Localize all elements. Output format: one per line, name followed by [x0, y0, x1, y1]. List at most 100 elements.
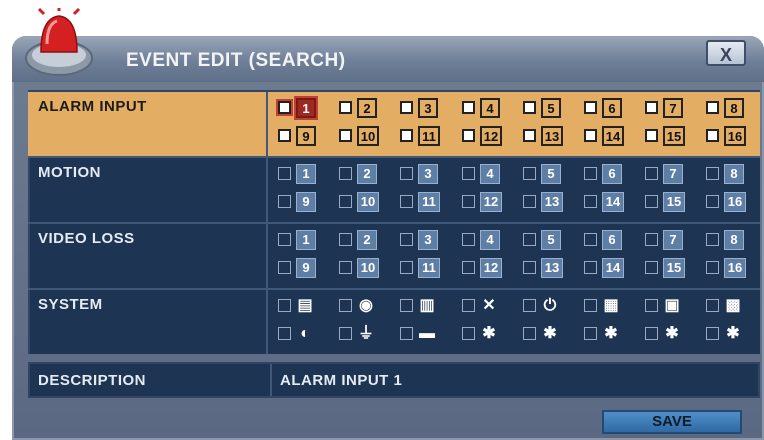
channel-number[interactable]: 4 — [480, 230, 500, 250]
channel-number[interactable]: 5 — [541, 98, 561, 118]
channel-number[interactable]: 15 — [663, 258, 685, 278]
channel-number[interactable]: 11 — [418, 258, 440, 278]
temp-icon-2[interactable]: ✱ — [539, 324, 561, 344]
checkbox[interactable] — [278, 167, 291, 180]
checkbox[interactable] — [400, 299, 413, 312]
checkbox[interactable] — [706, 129, 719, 142]
checkbox[interactable] — [584, 299, 597, 312]
checkbox[interactable] — [706, 101, 719, 114]
checkbox[interactable] — [584, 261, 597, 274]
temp-icon-1[interactable]: ✱ — [478, 324, 500, 344]
event-row-video-loss[interactable]: VIDEO LOSS 1 2 3 4 5 6 7 8 9 10 11 12 13 14 15 16 — [28, 224, 760, 288]
channel-number[interactable]: 9 — [296, 258, 316, 278]
channel-number[interactable]: 7 — [663, 98, 683, 118]
checkbox[interactable] — [278, 195, 291, 208]
channel-number[interactable]: 4 — [480, 164, 500, 184]
checkbox[interactable] — [645, 299, 658, 312]
checkbox[interactable] — [400, 327, 413, 340]
channel-number[interactable]: 7 — [663, 230, 683, 250]
disk-error-icon[interactable]: ▥ — [416, 296, 438, 316]
disk-removed-icon[interactable]: ▣ — [661, 296, 683, 316]
disk-bad-icon[interactable]: ◉ — [355, 296, 377, 316]
disk-full-icon[interactable]: ▤ — [294, 296, 316, 316]
checkbox[interactable] — [278, 101, 291, 114]
checkbox[interactable] — [645, 195, 658, 208]
channel-number[interactable]: 3 — [418, 230, 438, 250]
channel-number[interactable]: 11 — [418, 126, 440, 146]
checkbox[interactable] — [523, 101, 536, 114]
channel-number[interactable]: 13 — [541, 192, 563, 212]
checkbox[interactable] — [706, 299, 719, 312]
channel-number[interactable]: 16 — [724, 126, 746, 146]
checkbox[interactable] — [400, 167, 413, 180]
channel-number[interactable]: 5 — [541, 230, 561, 250]
checkbox[interactable] — [400, 101, 413, 114]
channel-number[interactable]: 8 — [724, 164, 744, 184]
close-button[interactable]: X — [706, 40, 746, 66]
power-restore-icon[interactable]: ⏚ — [355, 324, 377, 344]
checkbox[interactable] — [462, 195, 475, 208]
checkbox[interactable] — [645, 261, 658, 274]
checkbox[interactable] — [339, 327, 352, 340]
checkbox[interactable] — [339, 195, 352, 208]
channel-number[interactable]: 6 — [602, 98, 622, 118]
checkbox[interactable] — [278, 327, 291, 340]
channel-number[interactable]: 1 — [296, 98, 316, 118]
channel-number[interactable]: 6 — [602, 230, 622, 250]
channel-number[interactable]: 10 — [357, 126, 379, 146]
save-button[interactable]: SAVE — [602, 410, 742, 434]
power-fail-icon[interactable]: ⏻ — [539, 296, 561, 316]
channel-number[interactable]: 14 — [602, 192, 624, 212]
checkbox[interactable] — [523, 233, 536, 246]
checkbox[interactable] — [462, 327, 475, 340]
channel-number[interactable]: 8 — [724, 98, 744, 118]
checkbox[interactable] — [462, 167, 475, 180]
checkbox[interactable] — [584, 167, 597, 180]
checkbox[interactable] — [523, 129, 536, 142]
channel-number[interactable]: 12 — [480, 126, 502, 146]
checkbox[interactable] — [584, 233, 597, 246]
channel-number[interactable]: 9 — [296, 192, 316, 212]
disk-config-icon[interactable]: ▬ — [416, 324, 438, 344]
channel-number[interactable]: 16 — [724, 192, 746, 212]
channel-number[interactable]: 12 — [480, 192, 502, 212]
checkbox[interactable] — [462, 129, 475, 142]
event-row-motion[interactable]: MOTION 1 2 3 4 5 6 7 8 9 10 11 12 13 14 15 16 — [28, 158, 760, 222]
checkbox[interactable] — [278, 299, 291, 312]
channel-number[interactable]: 16 — [724, 258, 746, 278]
checkbox[interactable] — [584, 195, 597, 208]
checkbox[interactable] — [523, 261, 536, 274]
temp-icon-4[interactable]: ✱ — [661, 324, 683, 344]
channel-number[interactable]: 1 — [296, 164, 316, 184]
channel-number[interactable]: 5 — [541, 164, 561, 184]
channel-number[interactable]: 13 — [541, 258, 563, 278]
checkbox[interactable] — [339, 167, 352, 180]
checkbox[interactable] — [400, 233, 413, 246]
checkbox[interactable] — [706, 167, 719, 180]
checkbox[interactable] — [523, 167, 536, 180]
checkbox[interactable] — [462, 233, 475, 246]
checkbox[interactable] — [706, 261, 719, 274]
temp-icon-5[interactable]: ✱ — [722, 324, 744, 344]
temp-icon-3[interactable]: ✱ — [600, 324, 622, 344]
checkbox[interactable] — [400, 261, 413, 274]
channel-number[interactable]: 10 — [357, 258, 379, 278]
channel-number[interactable]: 2 — [357, 98, 377, 118]
channel-number[interactable]: 13 — [541, 126, 563, 146]
checkbox[interactable] — [339, 299, 352, 312]
checkbox[interactable] — [339, 101, 352, 114]
checkbox[interactable] — [462, 261, 475, 274]
checkbox[interactable] — [339, 233, 352, 246]
channel-number[interactable]: 7 — [663, 164, 683, 184]
checkbox[interactable] — [523, 195, 536, 208]
channel-number[interactable]: 10 — [357, 192, 379, 212]
checkbox[interactable] — [339, 129, 352, 142]
checkbox[interactable] — [706, 195, 719, 208]
channel-number[interactable]: 1 — [296, 230, 316, 250]
fan-fail-icon[interactable]: ✕ — [478, 296, 500, 316]
checkbox[interactable] — [645, 233, 658, 246]
checkbox[interactable] — [278, 129, 291, 142]
channel-number[interactable]: 15 — [663, 126, 685, 146]
channel-number[interactable]: 14 — [602, 258, 624, 278]
checkbox[interactable] — [584, 129, 597, 142]
